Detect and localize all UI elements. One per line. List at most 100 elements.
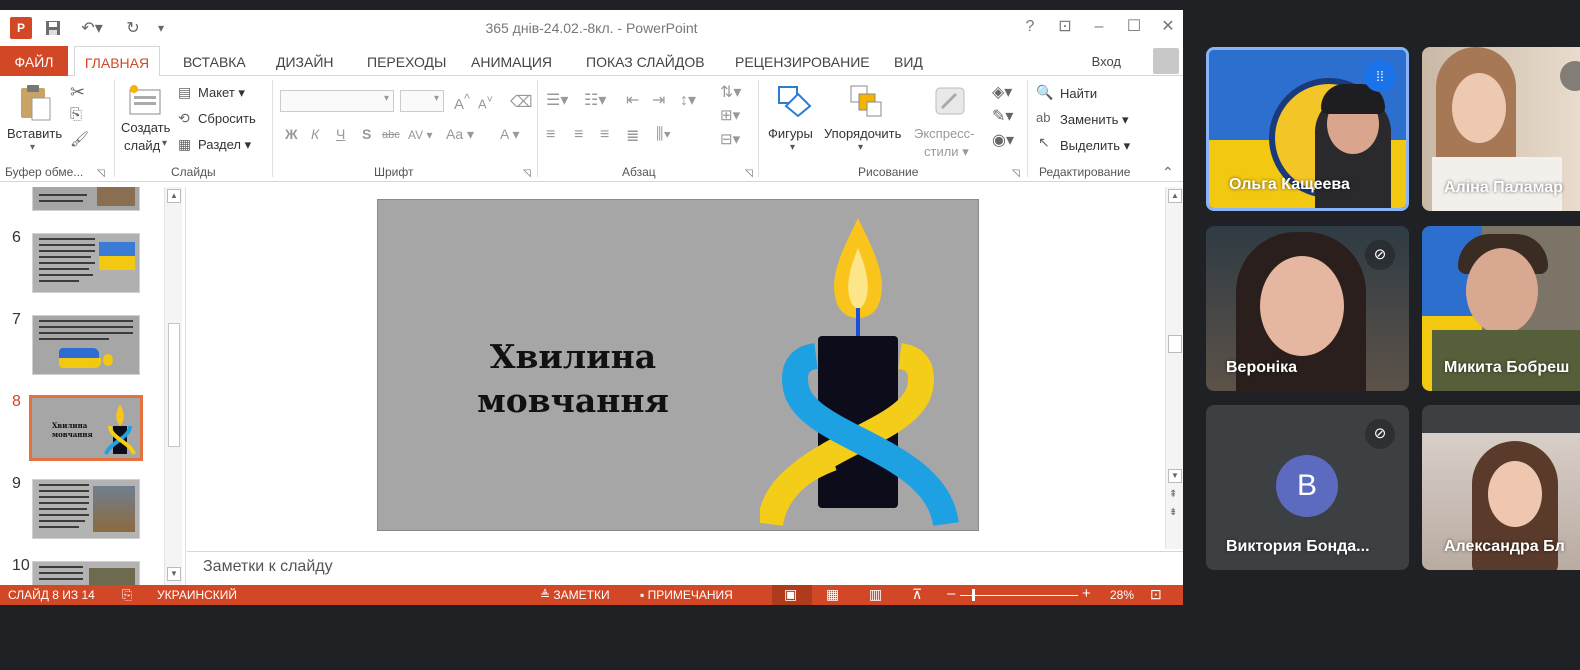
- bold-button[interactable]: Ж: [285, 126, 298, 142]
- shapes-dropdown-icon[interactable]: ▾: [790, 142, 795, 153]
- new-slide-label-2[interactable]: слайд: [124, 138, 160, 153]
- fit-to-window-icon[interactable]: ⊡: [1150, 586, 1162, 603]
- arrange-button-label[interactable]: Упорядочить: [824, 126, 901, 141]
- font-launcher-icon[interactable]: ◹: [523, 168, 531, 179]
- bullets-icon[interactable]: ☰▾: [546, 90, 568, 110]
- shapes-icon[interactable]: [776, 84, 812, 123]
- new-slide-label-1[interactable]: Создать: [121, 120, 170, 135]
- candle-ribbon-graphic[interactable]: [760, 218, 960, 528]
- shape-outline-icon[interactable]: ✎▾: [992, 106, 1013, 126]
- sign-in-link[interactable]: Вход: [1092, 46, 1121, 78]
- next-slide-icon[interactable]: ⇟: [1169, 507, 1177, 518]
- collapse-ribbon-icon[interactable]: ⌃: [1162, 164, 1174, 181]
- font-color-button[interactable]: A ▾: [500, 126, 520, 143]
- tab-slideshow[interactable]: ПОКАЗ СЛАЙДОВ: [586, 46, 705, 76]
- help-icon[interactable]: ?: [1017, 16, 1043, 38]
- paste-icon[interactable]: [18, 84, 52, 127]
- tab-transitions[interactable]: ПЕРЕХОДЫ: [367, 46, 446, 76]
- new-slide-dropdown-icon[interactable]: ▾: [162, 138, 167, 149]
- notes-pane[interactable]: Заметки к слайду: [187, 551, 1183, 585]
- shrink-font-icon[interactable]: A˅: [478, 94, 493, 111]
- arrange-dropdown-icon[interactable]: ▾: [858, 142, 863, 153]
- change-case-button[interactable]: Aa ▾: [446, 126, 474, 143]
- participant-tile[interactable]: Аліна Паламар: [1422, 47, 1580, 211]
- tab-animations[interactable]: АНИМАЦИЯ: [471, 46, 552, 76]
- participant-tile[interactable]: Микита Бобреш: [1422, 226, 1580, 391]
- align-left-icon[interactable]: ≡: [546, 126, 555, 144]
- zoom-slider-track[interactable]: [960, 595, 1078, 596]
- smartart-icon[interactable]: ⊟▾: [720, 130, 740, 148]
- slide-sorter-icon[interactable]: ▦: [826, 586, 839, 603]
- copy-icon[interactable]: ⎘: [70, 106, 82, 123]
- decrease-indent-icon[interactable]: ⇤: [626, 90, 639, 110]
- quick-styles-label-1[interactable]: Экспресс-: [914, 126, 975, 141]
- thumbnails-scrollbar[interactable]: ▲ ▼: [164, 187, 182, 585]
- slide-thumbnail-5[interactable]: [32, 187, 140, 211]
- scrollbar-thumb[interactable]: [168, 323, 180, 447]
- slide-thumbnail-8-selected[interactable]: Хвилина мовчання: [29, 395, 143, 461]
- tab-review[interactable]: РЕЦЕНЗИРОВАНИЕ: [735, 46, 870, 76]
- slide-thumbnail-7[interactable]: [32, 315, 140, 375]
- arrange-icon[interactable]: [849, 84, 883, 123]
- account-icon[interactable]: [1153, 48, 1179, 74]
- align-center-icon[interactable]: ≡: [574, 126, 583, 144]
- line-spacing-icon[interactable]: ↕▾: [680, 90, 696, 110]
- quick-styles-label-2[interactable]: стили ▾: [924, 144, 969, 160]
- slide-thumbnail-10[interactable]: [32, 561, 140, 585]
- cut-icon[interactable]: ✂: [70, 82, 85, 103]
- slide-thumbnail-9[interactable]: [32, 479, 140, 539]
- slide-title[interactable]: Хвилина мовчання: [458, 335, 688, 423]
- paragraph-launcher-icon[interactable]: ◹: [745, 168, 753, 179]
- shapes-button-label[interactable]: Фигуры: [768, 126, 813, 141]
- zoom-slider-knob[interactable]: [972, 589, 975, 601]
- new-slide-icon[interactable]: [128, 84, 162, 121]
- char-spacing-button[interactable]: AV ▾: [408, 128, 432, 142]
- font-name-dropdown[interactable]: [280, 90, 394, 112]
- align-text-icon[interactable]: ⊞▾: [720, 106, 740, 124]
- zoom-level[interactable]: 28%: [1110, 588, 1134, 602]
- drawing-launcher-icon[interactable]: ◹: [1012, 168, 1020, 179]
- scroll-up-icon[interactable]: ▲: [1168, 189, 1182, 203]
- italic-button[interactable]: К: [311, 126, 319, 142]
- participant-tile[interactable]: Александра Бл: [1422, 405, 1580, 570]
- format-painter-icon[interactable]: 🖌: [70, 130, 89, 148]
- select-button[interactable]: Выделить ▾: [1060, 138, 1130, 154]
- zoom-in-button[interactable]: +: [1082, 585, 1091, 602]
- language-indicator[interactable]: УКРАИНСКИЙ: [157, 588, 237, 602]
- tab-insert[interactable]: ВСТАВКА: [183, 46, 246, 76]
- slide-scrollbar[interactable]: ▲ ▼ ⇞ ⇟: [1165, 187, 1183, 549]
- scroll-down-icon[interactable]: ▼: [1168, 469, 1182, 483]
- ribbon-display-icon[interactable]: ⊡: [1052, 16, 1078, 38]
- shape-effects-icon[interactable]: ◉▾: [992, 130, 1014, 150]
- clear-format-icon[interactable]: ⌫: [510, 92, 533, 112]
- tab-design[interactable]: ДИЗАЙН: [276, 46, 334, 76]
- section-button[interactable]: Раздел ▾: [198, 137, 251, 153]
- grow-font-icon[interactable]: A^: [454, 92, 470, 113]
- clipboard-launcher-icon[interactable]: ◹: [97, 168, 105, 179]
- paste-button-label[interactable]: Вставить: [7, 126, 62, 141]
- notes-toggle[interactable]: ≜ ЗАМЕТКИ: [540, 588, 610, 602]
- participant-tile[interactable]: ⊘ Вероніка: [1206, 226, 1409, 391]
- paste-dropdown-icon[interactable]: ▾: [30, 142, 35, 153]
- tab-file[interactable]: ФАЙЛ: [0, 46, 68, 76]
- comments-toggle[interactable]: ▪ ПРИМЕЧАНИЯ: [640, 588, 733, 602]
- shadow-button[interactable]: S: [362, 126, 371, 142]
- quick-styles-icon[interactable]: [932, 84, 968, 123]
- tab-home[interactable]: ГЛАВНАЯ: [74, 46, 160, 77]
- strikethrough-button[interactable]: abc: [382, 129, 400, 141]
- maximize-icon[interactable]: ☐: [1121, 16, 1147, 38]
- scroll-up-icon[interactable]: ▲: [167, 189, 181, 203]
- previous-slide-icon[interactable]: ⇞: [1169, 489, 1177, 500]
- minimize-icon[interactable]: –: [1086, 16, 1112, 38]
- slide-canvas[interactable]: Хвилина мовчання: [377, 199, 979, 531]
- participant-tile[interactable]: В ⊘ Виктория Бонда...: [1206, 405, 1409, 570]
- find-button[interactable]: Найти: [1060, 86, 1097, 101]
- numbering-icon[interactable]: ☷▾: [584, 90, 606, 110]
- underline-button[interactable]: Ч: [336, 126, 345, 142]
- layout-button[interactable]: Макет ▾: [198, 85, 245, 101]
- close-icon[interactable]: ✕: [1155, 16, 1181, 38]
- reset-button[interactable]: Сбросить: [198, 111, 256, 126]
- shape-fill-icon[interactable]: ◈▾: [992, 82, 1012, 102]
- zoom-out-button[interactable]: –: [947, 585, 955, 602]
- normal-view-icon[interactable]: ▣: [784, 586, 797, 603]
